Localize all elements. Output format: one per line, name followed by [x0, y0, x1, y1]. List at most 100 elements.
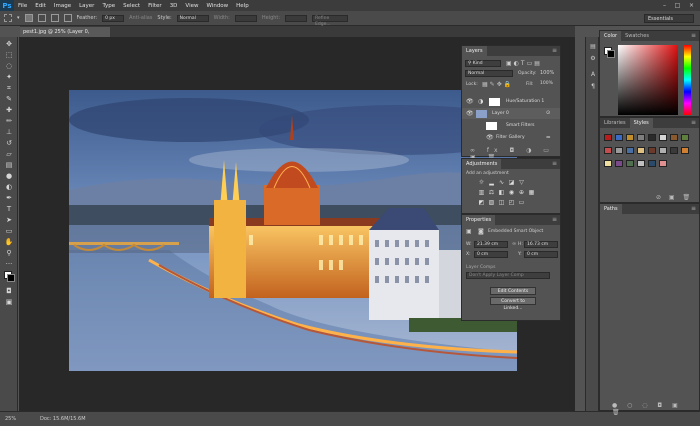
style-swatch[interactable] [648, 160, 656, 167]
eyedropper-tool-icon[interactable]: ✎ [4, 95, 14, 104]
style-swatch[interactable] [615, 160, 623, 167]
close-icon[interactable]: × [687, 1, 696, 10]
zoom-tool-icon[interactable]: ⚲ [4, 249, 14, 258]
style-swatch[interactable] [615, 147, 623, 154]
mask-icon[interactable]: ◙ [478, 228, 484, 235]
curves-icon[interactable]: ∿ [498, 179, 505, 186]
convert-to-linked-button[interactable]: Convert to Linked... [490, 297, 536, 311]
menu-filter[interactable]: Filter [148, 3, 162, 9]
panel-menu-icon[interactable]: ≡ [691, 32, 696, 39]
menu-window[interactable]: Window [206, 3, 228, 9]
layer-row[interactable]: 👁 Layer 0 ⊙ [462, 108, 560, 119]
link-icon[interactable]: ∞ [512, 241, 516, 247]
document-tab[interactable]: pest1.jpg @ 25% (Layer 0, RGB/8*) × [20, 27, 110, 45]
crop-tool-icon[interactable]: ⌗ [4, 84, 14, 93]
tab-adjustments[interactable]: Adjustments [462, 159, 502, 169]
style-swatch[interactable] [626, 134, 634, 141]
feather-input[interactable]: 0 px [102, 14, 125, 22]
panel-menu-icon[interactable]: ≡ [552, 216, 557, 223]
foreground-color-swatch[interactable] [7, 274, 15, 282]
workspace-select[interactable]: Essentials [644, 14, 694, 23]
style-swatch[interactable] [670, 147, 678, 154]
style-swatch[interactable] [637, 160, 645, 167]
zoom-level[interactable]: 25% [5, 416, 16, 422]
hue-slider[interactable] [684, 45, 691, 115]
visibility-eye-icon[interactable]: 👁 [466, 108, 474, 119]
blend-mode-select[interactable]: Normal [465, 70, 513, 77]
layer-row[interactable]: Smart Filters [462, 120, 560, 131]
marquee-tool-icon[interactable] [4, 14, 12, 22]
add-selection-icon[interactable] [37, 14, 46, 22]
eraser-tool-icon[interactable]: ▱ [4, 150, 14, 159]
menu-help[interactable]: Help [236, 3, 249, 9]
style-swatch[interactable] [626, 160, 634, 167]
menu-edit[interactable]: Edit [35, 3, 46, 9]
gradient-tool-icon[interactable]: ▤ [4, 161, 14, 170]
panel-menu-icon[interactable]: ≡ [552, 47, 557, 54]
style-swatch[interactable] [670, 134, 678, 141]
color-picker-field[interactable] [618, 45, 678, 115]
maximize-icon[interactable]: □ [673, 1, 682, 10]
tab-layers[interactable]: Layers [462, 46, 487, 56]
brightness-contrast-icon[interactable]: ☼ [478, 179, 485, 186]
chevron-down-icon[interactable]: ▾ [17, 15, 20, 21]
height-field[interactable]: 16.73 cm [524, 241, 558, 248]
visibility-eye-icon[interactable]: 👁 [486, 132, 494, 143]
screen-mode-icon[interactable]: ▣ [4, 298, 14, 307]
menu-type[interactable]: Type [102, 3, 115, 9]
selective-color-icon[interactable]: ◰ [508, 199, 515, 206]
actions-icon[interactable]: ⚙ [589, 55, 597, 63]
background-color-swatch[interactable] [607, 50, 615, 58]
menu-layer[interactable]: Layer [79, 3, 94, 9]
hand-tool-icon[interactable]: ✋ [4, 238, 14, 247]
style-swatch[interactable] [681, 147, 689, 154]
intersect-selection-icon[interactable] [63, 14, 72, 22]
panel-menu-icon[interactable]: ≡ [691, 205, 696, 212]
style-swatch[interactable] [615, 134, 623, 141]
layer-comps-select[interactable]: Don't Apply Layer Comp [466, 272, 550, 279]
character-icon[interactable]: A [589, 71, 597, 79]
shape-tool-icon[interactable]: ▭ [4, 227, 14, 236]
black-white-icon[interactable]: ◧ [498, 189, 505, 196]
path-actions-icons[interactable]: ● ○ ◌ ◘ ▣ 🗑 [612, 402, 699, 416]
type-tool-icon[interactable]: T [4, 205, 14, 214]
threshold-icon[interactable]: ◫ [498, 199, 505, 206]
blur-tool-icon[interactable]: ● [4, 172, 14, 181]
vibrance-icon[interactable]: ▽ [518, 179, 525, 186]
subtract-selection-icon[interactable] [50, 14, 59, 22]
style-swatch[interactable] [604, 134, 612, 141]
style-swatch[interactable] [659, 147, 667, 154]
history-brush-tool-icon[interactable]: ↺ [4, 139, 14, 148]
opacity-input[interactable]: 100% [540, 70, 556, 76]
paragraph-icon[interactable]: ¶ [589, 83, 597, 91]
filter-options-icon[interactable]: ⚌ [546, 132, 550, 143]
lasso-tool-icon[interactable]: ◌ [4, 62, 14, 71]
visibility-eye-icon[interactable]: 👁 [466, 96, 474, 107]
style-select[interactable]: Normal [176, 14, 209, 22]
quick-mask-icon[interactable]: ◘ [4, 287, 14, 296]
brush-tool-icon[interactable]: ✏ [4, 117, 14, 126]
pen-tool-icon[interactable]: ✒ [4, 194, 14, 203]
move-tool-icon[interactable]: ✥ [4, 40, 14, 49]
tab-color[interactable]: Color [600, 31, 622, 41]
posterize-icon[interactable]: ▨ [488, 199, 495, 206]
menu-file[interactable]: File [18, 3, 27, 9]
height-input[interactable] [285, 14, 308, 22]
style-swatch[interactable] [637, 134, 645, 141]
magic-wand-tool-icon[interactable]: ✦ [4, 73, 14, 82]
layer-row[interactable]: 👁 Filter Gallery ⚌ [462, 132, 560, 143]
tab-paths[interactable]: Paths [600, 204, 622, 214]
style-swatch[interactable] [648, 147, 656, 154]
doc-size[interactable]: Doc: 15.6M/15.6M [40, 416, 86, 422]
color-lookup-icon[interactable]: ▦ [528, 189, 535, 196]
x-field[interactable]: 0 cm [474, 251, 508, 258]
y-field[interactable]: 0 cm [524, 251, 558, 258]
style-swatch[interactable] [648, 134, 656, 141]
style-swatch[interactable] [626, 147, 634, 154]
exposure-icon[interactable]: ◪ [508, 179, 515, 186]
panel-menu-icon[interactable]: ≡ [691, 119, 696, 126]
hue-saturation-icon[interactable]: ▥ [478, 189, 485, 196]
gradient-map-icon[interactable]: ▭ [518, 199, 525, 206]
tab-styles[interactable]: Styles [629, 118, 653, 128]
style-swatch[interactable] [659, 134, 667, 141]
